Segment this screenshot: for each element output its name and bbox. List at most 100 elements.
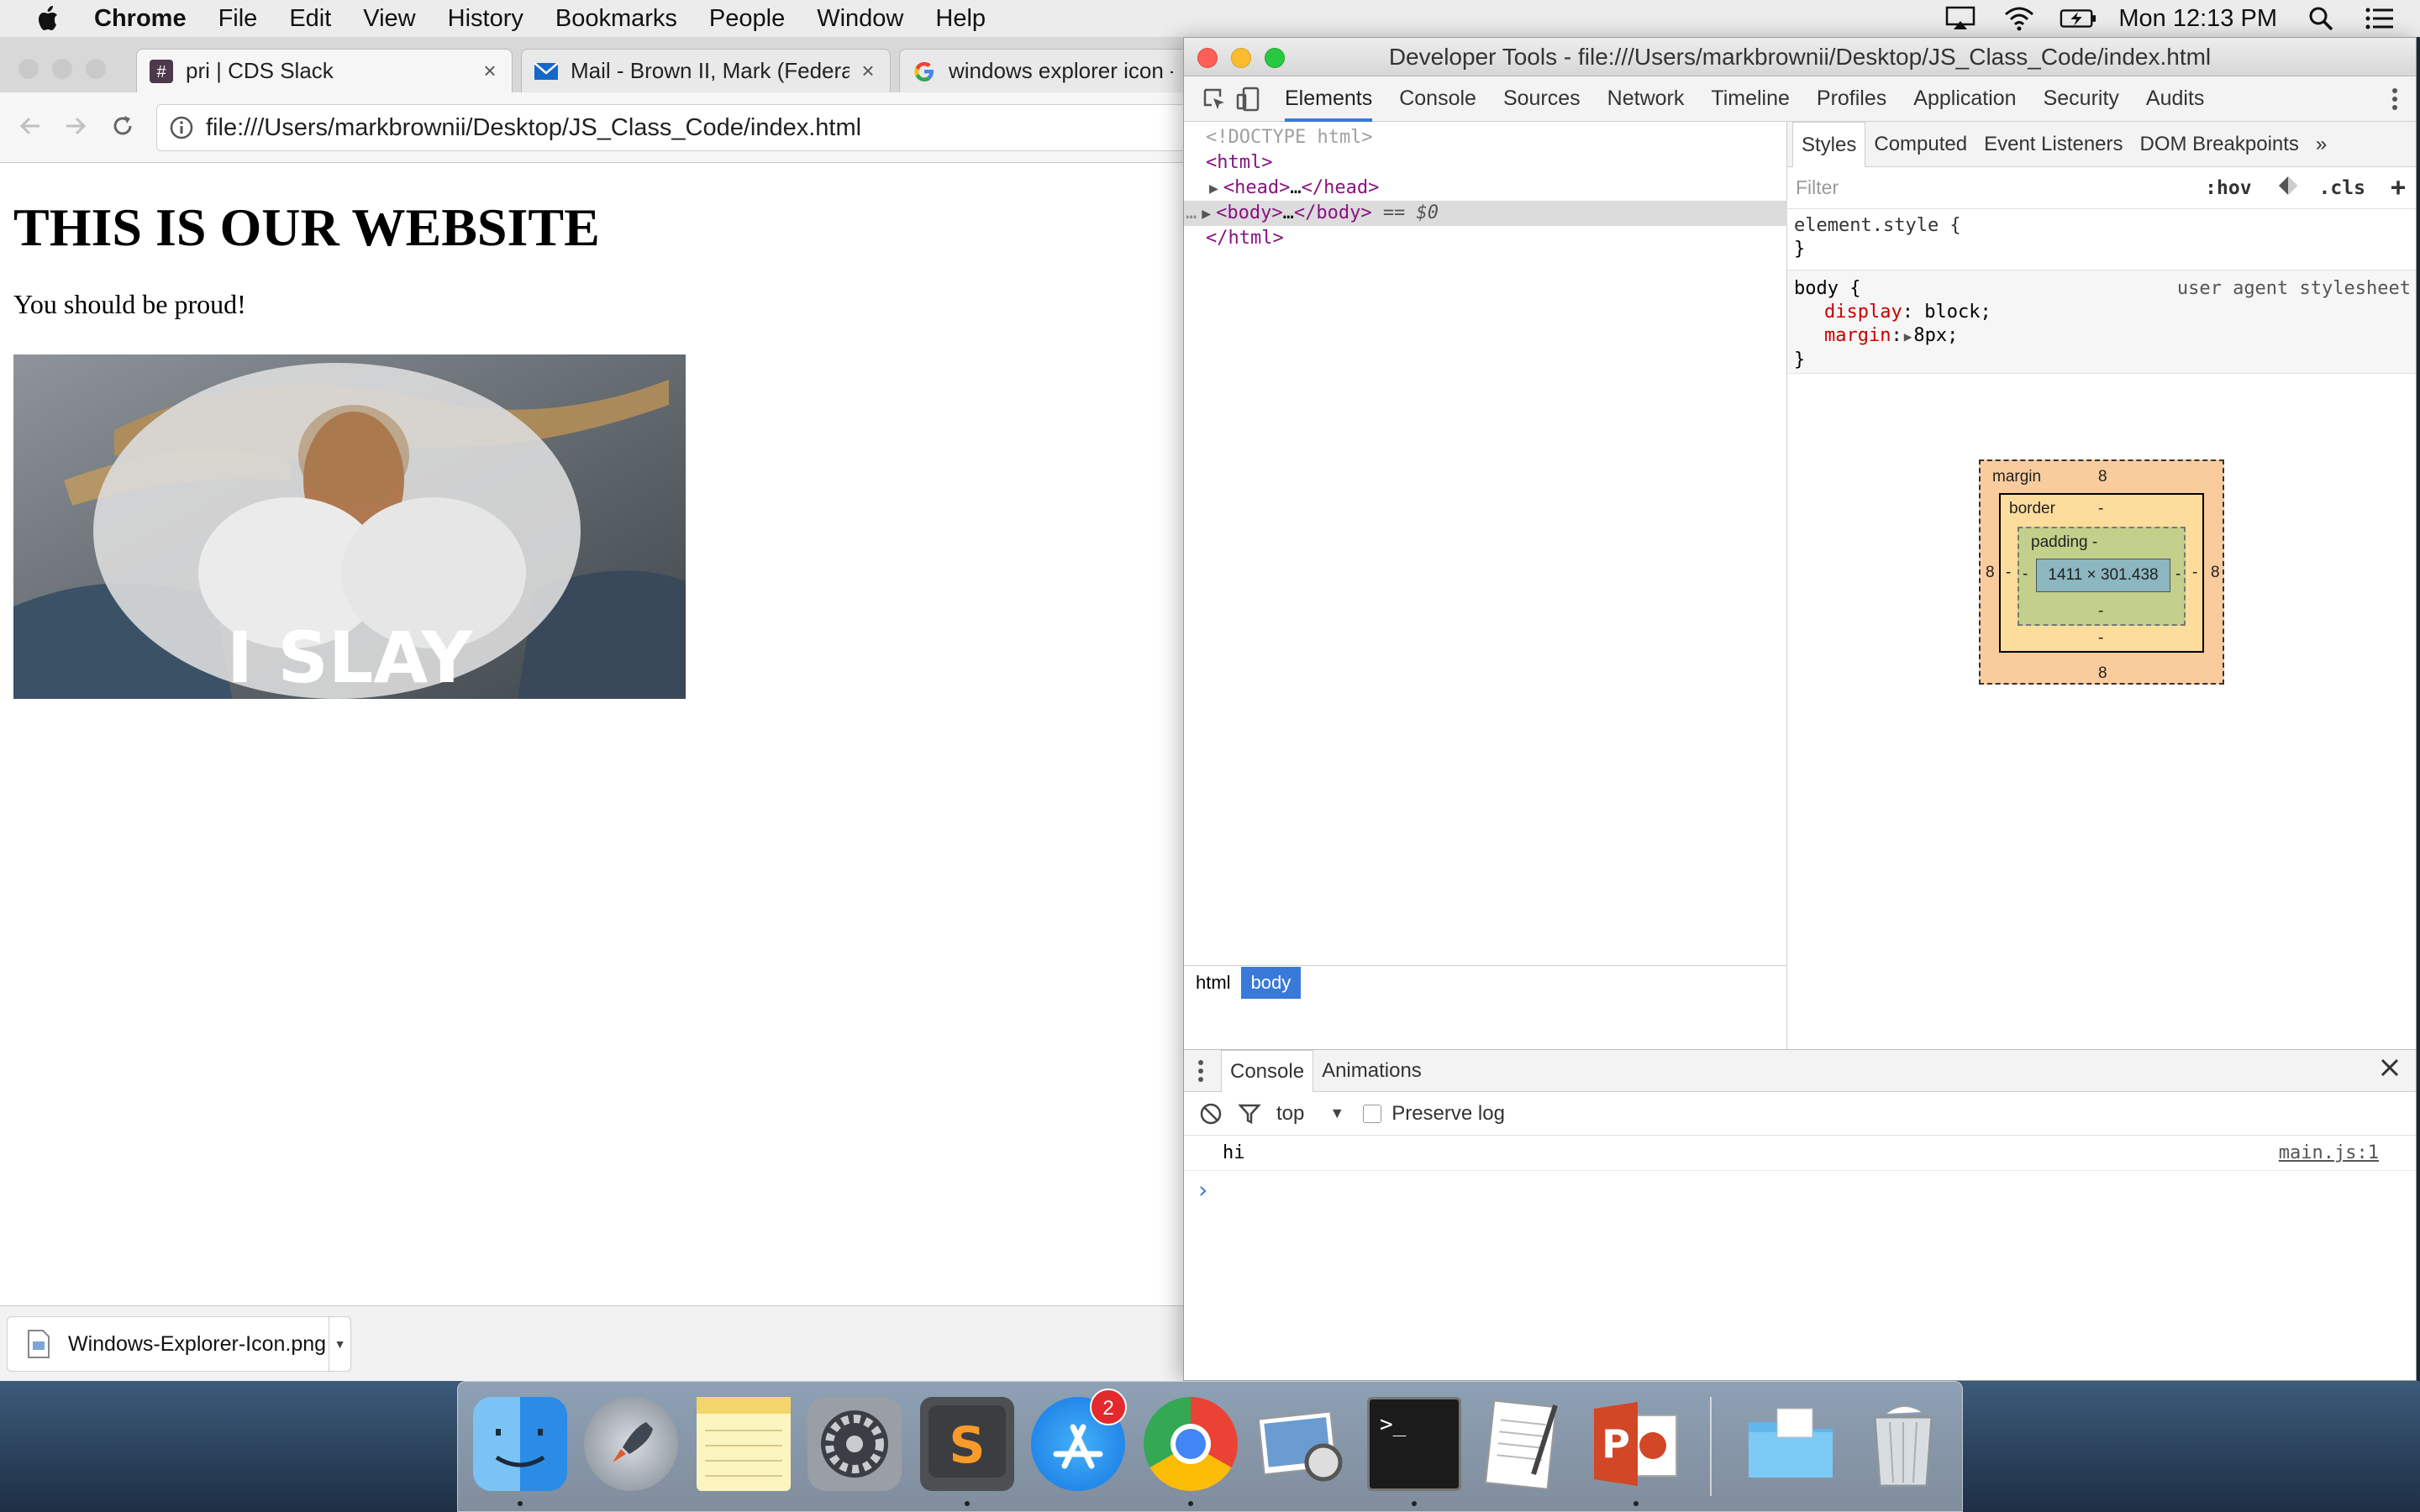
devtools-tab-audits[interactable]: Audits: [2146, 76, 2204, 122]
menu-edit[interactable]: Edit: [289, 5, 331, 33]
textedit-icon[interactable]: [1478, 1397, 1572, 1491]
filter-icon[interactable]: [1238, 1102, 1261, 1126]
dom-node-body-selected[interactable]: … ▶ <body>…</body> == $0: [1184, 201, 1787, 226]
menu-view[interactable]: View: [363, 5, 415, 33]
terminal-icon[interactable]: >_: [1367, 1397, 1461, 1491]
finder-icon[interactable]: [473, 1397, 567, 1491]
url-text[interactable]: file:///Users/markbrownii/Desktop/JS_Cla…: [206, 114, 861, 142]
box-model-border-left[interactable]: -: [2006, 564, 2011, 582]
new-style-rule-plus-icon[interactable]: +: [2391, 173, 2406, 202]
devtools-menu-icon[interactable]: [2382, 82, 2407, 116]
clear-console-icon[interactable]: [1199, 1102, 1223, 1126]
dom-node-html-close[interactable]: </html>: [1184, 226, 1787, 251]
preserve-log-checkbox[interactable]: [1363, 1104, 1382, 1123]
color-format-icon[interactable]: [2277, 175, 2299, 202]
sublime-text-icon[interactable]: S: [920, 1397, 1014, 1491]
tab-close-icon[interactable]: ×: [480, 58, 500, 84]
preserve-log-label[interactable]: Preserve log: [1392, 1102, 1505, 1126]
menu-file[interactable]: File: [218, 5, 258, 33]
css-property-margin[interactable]: margin: ▶8px;: [1794, 324, 2416, 349]
expand-triangle-icon[interactable]: ▶: [1202, 205, 1211, 223]
devtools-minimize-button[interactable]: [1231, 48, 1251, 68]
browser-tab-slack[interactable]: # pri | CDS Slack ×: [136, 49, 513, 92]
box-model-border-top[interactable]: -: [2098, 500, 2103, 518]
drawer-close-icon[interactable]: [2379, 1057, 2401, 1084]
expand-triangle-icon[interactable]: ▶: [1209, 180, 1218, 197]
drawer-tab-console[interactable]: Console: [1221, 1049, 1314, 1092]
execution-context-select[interactable]: top: [1276, 1102, 1304, 1126]
context-dropdown-caret-icon[interactable]: ▼: [1329, 1105, 1344, 1122]
browser-tab-google[interactable]: windows explorer icon -: [899, 49, 1185, 92]
cls-toggle-button[interactable]: .cls: [2319, 177, 2365, 199]
box-model-padding-bottom[interactable]: -: [2098, 602, 2103, 621]
box-model-padding-left[interactable]: -: [2023, 565, 2028, 584]
devtools-tab-network[interactable]: Network: [1607, 76, 1685, 122]
drawer-tab-animations[interactable]: Animations: [1313, 1050, 1430, 1092]
back-arrow-icon[interactable]: [13, 109, 47, 143]
box-model-content-size[interactable]: 1411 × 301.438: [2036, 559, 2170, 592]
devtools-tab-sources[interactable]: Sources: [1503, 76, 1581, 122]
devtools-zoom-button[interactable]: [1265, 48, 1285, 68]
info-icon[interactable]: [169, 115, 194, 140]
breadcrumb-body[interactable]: body: [1240, 966, 1302, 999]
dom-node-head[interactable]: ▶ <head>…</head>: [1184, 176, 1787, 201]
body-style-rule[interactable]: body { user agent stylesheet display: bl…: [1787, 270, 2416, 374]
more-tabs-chevron-icon[interactable]: »: [2307, 122, 2335, 167]
tab-close-icon[interactable]: ×: [858, 58, 878, 84]
subtab-computed[interactable]: Computed: [1865, 122, 1975, 167]
dom-node-doctype[interactable]: <!DOCTYPE html>: [1184, 125, 1787, 150]
dom-node-html[interactable]: <html>: [1184, 150, 1787, 176]
devtools-close-button[interactable]: [1197, 48, 1218, 68]
expand-triangle-icon[interactable]: ▶: [1904, 328, 1912, 344]
window-minimize-button[interactable]: [52, 59, 72, 79]
devtools-tab-timeline[interactable]: Timeline: [1711, 76, 1790, 122]
box-model-margin-left[interactable]: 8: [1986, 564, 1995, 582]
browser-tab-mail[interactable]: Mail - Brown II, Mark (Federal) ×: [521, 49, 891, 92]
box-model-margin-bottom[interactable]: 8: [2098, 664, 2107, 683]
subtab-styles[interactable]: Styles: [1792, 121, 1866, 167]
devtools-tab-console[interactable]: Console: [1399, 76, 1476, 122]
drawer-menu-icon[interactable]: [1184, 1059, 1218, 1083]
download-item[interactable]: Windows-Explorer-Icon.png ▼: [7, 1316, 351, 1372]
subtab-dom-breakpoints[interactable]: DOM Breakpoints: [2132, 122, 2307, 167]
chrome-icon[interactable]: [1144, 1397, 1238, 1491]
devtools-tab-application[interactable]: Application: [1913, 76, 2016, 122]
console-message-source-link[interactable]: main.js:1: [2279, 1136, 2379, 1171]
window-close-button[interactable]: [18, 59, 39, 79]
download-menu-caret-icon[interactable]: ▼: [329, 1317, 350, 1371]
menu-history[interactable]: History: [448, 5, 523, 33]
box-model-margin-top[interactable]: 8: [2098, 468, 2107, 486]
devtools-tab-profiles[interactable]: Profiles: [1817, 76, 1886, 122]
preview-icon[interactable]: [1255, 1397, 1349, 1491]
folder-icon[interactable]: [1744, 1397, 1838, 1491]
box-model-border-right[interactable]: -: [2192, 564, 2197, 582]
menu-people[interactable]: People: [709, 5, 785, 33]
forward-arrow-icon[interactable]: [59, 109, 92, 143]
window-zoom-button[interactable]: [86, 59, 106, 79]
apple-menu-icon[interactable]: [32, 2, 66, 35]
launchpad-icon[interactable]: [584, 1397, 678, 1491]
hov-toggle-button[interactable]: :hov: [2205, 177, 2251, 199]
menu-clock[interactable]: Mon 12:13 PM: [2118, 5, 2277, 33]
powerpoint-icon[interactable]: P: [1589, 1397, 1683, 1491]
reload-icon[interactable]: [106, 109, 139, 143]
console-prompt[interactable]: ›: [1196, 1176, 1210, 1204]
devtools-tab-security[interactable]: Security: [2044, 76, 2119, 122]
box-model-padding-right[interactable]: -: [2175, 565, 2181, 584]
menu-app-name[interactable]: Chrome: [94, 5, 187, 33]
notes-icon[interactable]: [697, 1397, 791, 1491]
box-model-margin-right[interactable]: 8: [2211, 564, 2220, 582]
airplay-icon[interactable]: [1942, 3, 1979, 34]
menu-bookmarks[interactable]: Bookmarks: [555, 5, 677, 33]
breadcrumb-html[interactable]: html: [1186, 967, 1241, 999]
notification-center-icon[interactable]: [2361, 3, 2398, 34]
menu-window[interactable]: Window: [817, 5, 903, 33]
menu-help[interactable]: Help: [935, 5, 986, 33]
device-toolbar-icon[interactable]: [1231, 82, 1265, 116]
battery-icon[interactable]: [2060, 3, 2096, 34]
address-bar[interactable]: file:///Users/markbrownii/Desktop/JS_Cla…: [156, 104, 1185, 151]
wifi-icon[interactable]: [2001, 3, 2038, 34]
inspect-element-icon[interactable]: [1197, 82, 1231, 116]
box-model-border-bottom[interactable]: -: [2098, 629, 2103, 648]
styles-filter-input[interactable]: Filter: [1796, 176, 2205, 199]
